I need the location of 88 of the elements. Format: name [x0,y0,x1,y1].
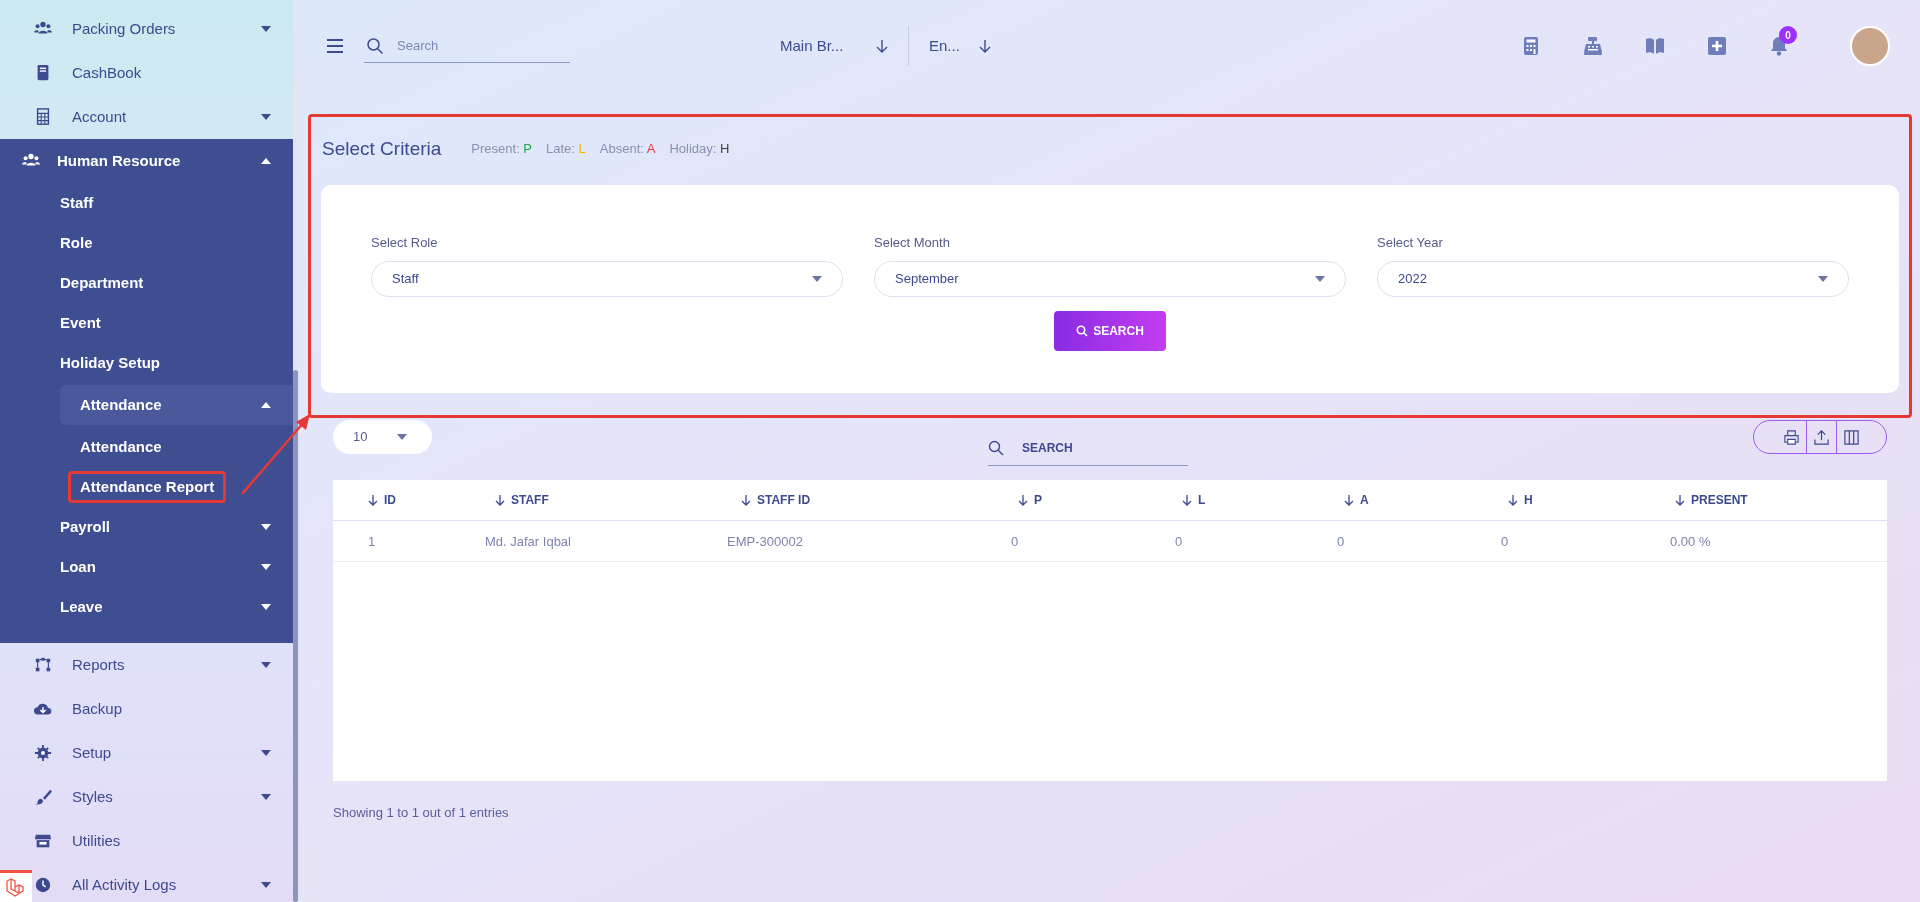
sidebar-item[interactable]: Account [34,95,271,139]
nodes-icon [34,656,52,674]
cube-logo-icon [5,876,27,899]
plus-square-icon [1707,36,1727,56]
search-field[interactable]: Search [397,35,547,56]
table-cell: 0 [1501,534,1509,549]
sidebar-item[interactable]: Human Resource [0,139,293,183]
search-icon [1076,324,1089,337]
calculator-icon [1521,36,1541,56]
language-dropdown[interactable]: En... [929,34,991,58]
sidebar-item[interactable]: Utilities [34,819,271,863]
sidebar-item[interactable]: Styles [34,775,271,819]
table-cell: 1 [368,534,376,549]
arrow-down-icon [1182,494,1192,506]
arrow-down-icon [495,494,505,506]
page-size-select[interactable]: 10 [333,420,432,454]
arrow-down-icon [741,494,751,506]
column-header[interactable]: STAFF ID [719,491,993,509]
avatar[interactable] [1850,26,1890,66]
caret-icon [1818,275,1828,282]
caret-icon [397,434,407,440]
sidebar-subitem[interactable]: Attendance Report [68,470,227,504]
upload-icon [1813,428,1830,446]
caret-icon [812,275,822,282]
table-cell: 0 [1175,534,1183,549]
columns-icon [1843,428,1860,446]
sidebar-subitem[interactable]: Payroll [0,507,293,547]
menu-icon [326,38,344,54]
brush-icon [34,788,52,806]
arrow-down-icon [1508,494,1518,506]
sidebar-item[interactable]: Packing Orders [34,7,271,51]
sidebar-item[interactable]: Setup [34,731,271,775]
column-header[interactable]: P [993,491,1157,509]
caret-icon [1315,275,1325,282]
field-label: Select Year [1377,234,1444,252]
column-header[interactable]: H [1483,491,1650,509]
column-header[interactable]: PRESENT [1650,491,1887,509]
notification-badge: 0 [1779,26,1797,44]
cash-register-icon [1583,36,1603,56]
search-icon [988,439,1004,456]
scrollbar-thumb[interactable] [293,370,298,902]
entries-summary: Showing 1 to 1 out of 1 entries [333,804,510,822]
column-header[interactable]: L [1157,491,1319,509]
sidebar-subitem[interactable]: Holiday Setup [0,343,293,383]
gear-icon [34,744,52,762]
arrow-down-icon [1344,494,1354,506]
arrow-down-icon [876,39,888,53]
legend-item: Holiday: H [669,140,730,159]
sidebar-item[interactable]: Reports [34,643,271,687]
sidebar-item[interactable]: Backup [34,687,271,731]
section-title: Select Criteria [322,136,442,161]
table-search-field[interactable]: SEARCH [1022,438,1172,457]
clock-icon [34,876,52,894]
sidebar-subitem[interactable]: Role [0,223,293,263]
sidebar-subitem[interactable]: Department [0,263,293,303]
column-header[interactable]: ID [333,491,463,509]
legend-item: Present: P [471,140,533,159]
printer-icon [1782,428,1800,446]
sidebar-subitem[interactable]: Attendance [0,427,293,467]
table-cell: 0.00 % [1670,534,1711,549]
arrow-down-icon [368,494,378,506]
field-label: Select Role [371,234,439,252]
store-icon [34,832,52,850]
sidebar-subitem[interactable]: Event [0,303,293,343]
book-open-icon [1645,36,1665,56]
legend-item: Absent: A [599,140,656,159]
arrow-down-icon [1675,494,1685,506]
column-header[interactable]: A [1319,491,1483,509]
sidebar-subitem[interactable]: Loan [0,547,293,587]
branch-dropdown[interactable]: Main Br... [780,34,888,58]
sidebar-item[interactable]: All Activity Logs [34,863,271,902]
field-label: Select Month [874,234,951,252]
column-header[interactable]: STAFF [463,491,719,509]
arrow-down-icon [979,39,991,53]
legend-item: Late: L [546,140,586,159]
sidebar-subitem[interactable]: Attendance [60,385,293,425]
sidebar-subitem[interactable]: Staff [0,183,293,223]
table-cell: Md. Jafar Iqbal [485,534,571,549]
framework-badge[interactable] [0,870,32,902]
table-cell: EMP-300002 [727,534,803,549]
table-cell: 0 [1011,534,1019,549]
calculator-icon [34,108,52,126]
sidebar-subitem[interactable]: Leave [0,587,293,627]
search-button[interactable]: SEARCH [1054,310,1166,351]
search-icon [366,36,384,55]
table-cell: 0 [1337,534,1345,549]
sidebar-item[interactable]: CashBook [34,51,271,95]
arrow-down-icon [1018,494,1028,506]
